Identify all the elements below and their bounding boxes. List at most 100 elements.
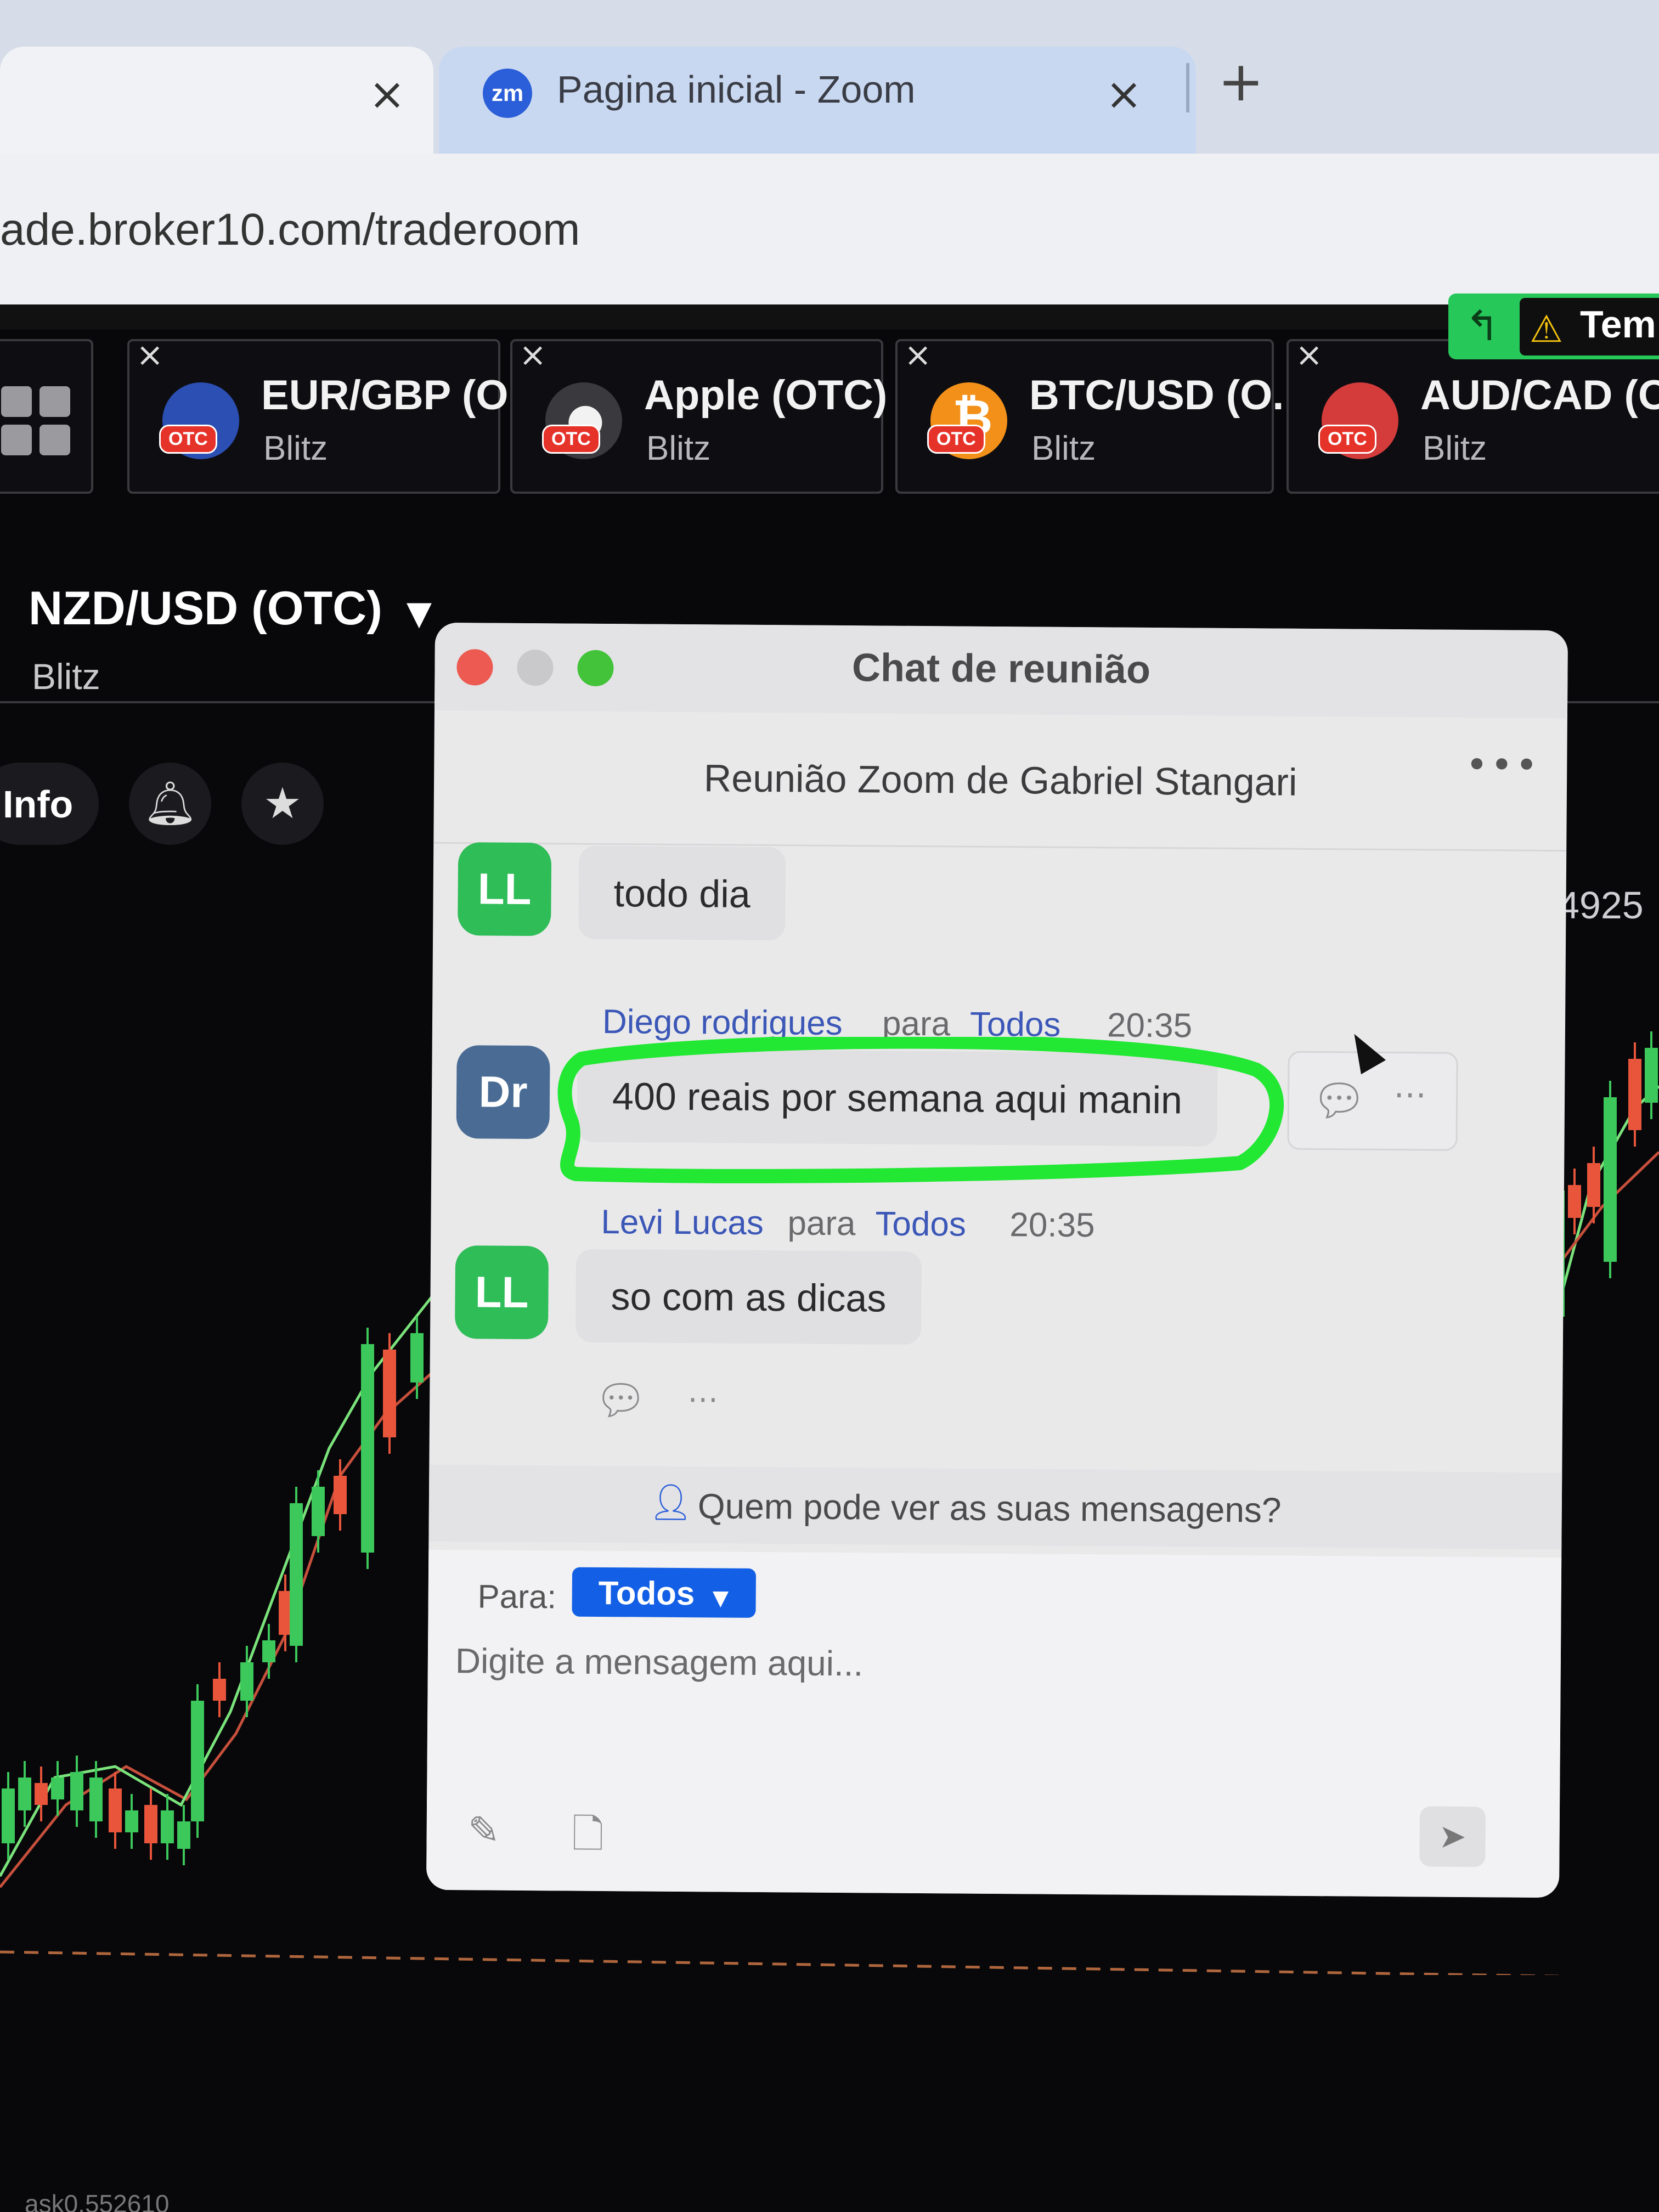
grid-square <box>40 425 70 455</box>
candle-body <box>1604 1097 1617 1262</box>
file-icon[interactable]: 🗋 <box>572 1806 604 1873</box>
asset-mode: Blitz <box>646 430 711 467</box>
candle-body <box>262 1640 275 1662</box>
pair-mode: Blitz <box>32 656 100 697</box>
info-button[interactable]: Info <box>0 763 99 845</box>
candle-body <box>334 1476 347 1514</box>
sender-name[interactable]: Diego rodrigues <box>602 1002 843 1043</box>
candle-body <box>177 1821 190 1849</box>
otc-badge: OTC <box>927 425 985 454</box>
meeting-name: Reunião Zoom de Gabriel Stangari <box>703 757 1297 804</box>
address-bar[interactable]: ade.broker10.com/traderoom <box>0 154 1659 307</box>
recipient[interactable]: Todos <box>875 1204 966 1244</box>
candle-body <box>1645 1048 1658 1103</box>
price-line <box>0 1950 1571 1975</box>
candle-body <box>2 1788 15 1843</box>
zoom-logo-icon: zm <box>483 69 532 118</box>
browser-tab-zoom[interactable]: zm Pagina inicial - Zoom × <box>439 47 1196 154</box>
asset-tab-audcad[interactable]: × OTC AUD/CAD (O Blitz <box>1286 336 1659 494</box>
candle-body <box>213 1679 226 1701</box>
asset-close-icon[interactable]: × <box>519 336 546 374</box>
browser-tab-previous[interactable]: × <box>0 47 433 154</box>
asset-mode: Blitz <box>1031 430 1096 467</box>
asset-name: BTC/USD (O... <box>1029 372 1307 419</box>
timestamp: 20:35 <box>1107 1006 1193 1045</box>
assets-grid-button[interactable] <box>0 339 93 494</box>
asset-name: Apple (OTC) <box>644 372 888 419</box>
candle-body <box>383 1350 396 1437</box>
candle-body <box>35 1783 48 1805</box>
candle-body <box>70 1772 83 1810</box>
caret-down-icon: ▼ <box>712 1585 729 1610</box>
more-actions-icon[interactable]: ⋯ <box>1393 1075 1426 1114</box>
candle-body <box>191 1701 204 1821</box>
avatar[interactable]: LL <box>458 842 552 936</box>
to-label: Para: <box>477 1578 557 1616</box>
message-bubble[interactable]: 400 reais por semana aqui manin <box>577 1048 1218 1147</box>
more-options-icon[interactable]: ••• <box>1465 742 1540 788</box>
pair-selector[interactable]: NZD/USD (OTC) ▼ <box>29 582 432 636</box>
reply-thread-icon[interactable]: 💬︎ <box>594 1375 647 1425</box>
pair-name: NZD/USD (OTC) <box>29 582 382 635</box>
recipient-value: Todos <box>598 1574 695 1612</box>
candle-body <box>51 1778 64 1799</box>
otc-badge: OTC <box>542 425 600 454</box>
timestamp: 20:35 <box>1009 1206 1095 1245</box>
candle-body <box>125 1810 138 1832</box>
otc-badge: OTC <box>159 425 217 454</box>
candle-body <box>240 1662 253 1701</box>
tab-close-icon[interactable]: × <box>369 69 405 120</box>
asset-mode: Blitz <box>1423 430 1487 467</box>
tab-close-icon[interactable]: × <box>1105 69 1142 120</box>
message-input[interactable]: Digite a mensagem aqui... <box>455 1640 864 1684</box>
send-icon[interactable]: ➤ <box>1419 1806 1486 1867</box>
screen: × zm Pagina inicial - Zoom × + ade.broke… <box>0 0 1659 2212</box>
asset-name: AUD/CAD (O <box>1420 372 1659 419</box>
asset-mode: Blitz <box>263 430 328 467</box>
asset-close-icon[interactable]: × <box>1295 336 1323 374</box>
tab-title: Pagina inicial - Zoom <box>557 68 916 111</box>
notification-text: Tem <box>1580 303 1656 346</box>
candle-body <box>18 1778 31 1810</box>
page-top-band <box>0 304 1659 329</box>
message-bubble[interactable]: todo dia <box>578 845 786 941</box>
privacy-notice[interactable]: 👤︎ Quem pode ver as suas mensagens? <box>428 1464 1562 1550</box>
ask-label: ask0.552610 <box>25 2190 170 2212</box>
candle-body <box>89 1778 103 1821</box>
recipient-dropdown[interactable]: Todos ▼ <box>572 1567 757 1618</box>
candle-body <box>144 1805 157 1843</box>
star-icon[interactable]: ★ <box>241 763 324 845</box>
candle-body <box>1628 1059 1641 1130</box>
asset-close-icon[interactable]: × <box>904 336 932 374</box>
avatar[interactable]: Dr <box>456 1045 550 1139</box>
asset-close-icon[interactable]: × <box>136 336 163 374</box>
asset-tab-apple[interactable]: × ● OTC Apple (OTC) Blitz <box>510 336 887 494</box>
apple-logo-icon: ● OTC <box>542 382 622 459</box>
new-tab-plus-icon[interactable]: + <box>1218 49 1264 114</box>
recipient[interactable]: Todos <box>970 1005 1061 1045</box>
asset-tab-eurgbp[interactable]: × OTC EUR/GBP (O... Blitz <box>127 336 543 494</box>
reply-thread-icon[interactable]: 💬︎ <box>1311 1075 1367 1127</box>
message-bubble[interactable]: so com as dicas <box>575 1249 922 1345</box>
candle-body <box>290 1503 303 1646</box>
more-actions-icon[interactable]: ⋯ <box>687 1381 718 1417</box>
grid-square <box>1 386 32 417</box>
info-label: Info <box>3 783 74 826</box>
right-candles <box>1551 1031 1658 1333</box>
grid-square <box>1 425 32 455</box>
bell-icon[interactable]: 🔔︎ <box>129 763 211 845</box>
avatar[interactable]: LL <box>454 1245 549 1340</box>
sender-name[interactable]: Levi Lucas <box>601 1203 764 1243</box>
grid-square <box>40 386 70 417</box>
candle-body <box>1587 1163 1600 1207</box>
bitcoin-icon: ₿ OTC <box>927 382 1007 459</box>
url-text[interactable]: ade.broker10.com/traderoom <box>0 204 580 256</box>
audcad-flag-icon: OTC <box>1318 382 1398 459</box>
browser-tabstrip: × zm Pagina inicial - Zoom × + <box>0 0 1659 154</box>
format-text-icon[interactable]: ✎ <box>467 1808 500 1853</box>
window-titlebar: Chat de reunião <box>434 622 1568 719</box>
trade-notification[interactable]: ↰ ⚠ Tem <box>1448 294 1659 359</box>
person-lock-icon: 👤︎ <box>648 1482 693 1523</box>
asset-tab-btcusd[interactable]: × ₿ OTC BTC/USD (O... Blitz <box>895 336 1307 494</box>
window-title: Chat de reunião <box>851 646 1151 692</box>
